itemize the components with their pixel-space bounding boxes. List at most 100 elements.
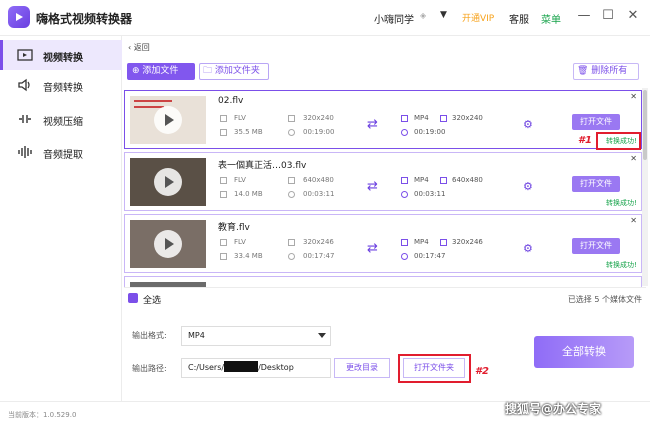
output-resolution: 320x246 (452, 238, 483, 246)
convert-arrow-icon: ⇄ (367, 117, 378, 132)
add-file-button[interactable]: ⊕ 添加文件 (127, 63, 195, 80)
play-icon[interactable] (154, 230, 182, 258)
sidebar-item-video-convert[interactable]: 视频转换 (0, 40, 122, 70)
size-icon (220, 191, 227, 198)
file-card[interactable]: 表一個真正活…03.flv FLV 640x480 14.0 MB 00:03:… (124, 152, 642, 211)
delete-all-button[interactable]: 🗑 删除所有 (573, 63, 639, 80)
audio-icon (18, 78, 30, 92)
maximize-icon[interactable]: ☐ (599, 7, 617, 25)
sidebar-item-audio-extract[interactable]: 音频提取 (0, 137, 122, 167)
output-format-select[interactable]: MP4 (181, 326, 331, 346)
input-duration: 00:19:00 (303, 128, 335, 136)
convert-arrow-icon: ⇄ (367, 241, 378, 256)
remove-file-icon[interactable]: ✕ (630, 216, 637, 225)
change-directory-button[interactable]: 更改目录 (334, 358, 390, 378)
output-format: MP4 (414, 238, 429, 246)
extract-icon (18, 146, 32, 158)
input-size: 35.5 MB (234, 128, 263, 136)
output-resolution: 320x240 (452, 114, 483, 122)
input-size: 14.0 MB (234, 190, 263, 198)
settings-gear-icon[interactable]: ⚙ (523, 118, 533, 131)
resolution-icon (288, 115, 295, 122)
select-all-checkbox[interactable] (128, 293, 138, 303)
resolution-icon (288, 239, 295, 246)
highlight-box (398, 354, 471, 383)
sidebar-item-audio-convert[interactable]: 音频转换 (0, 70, 122, 100)
file-list: 02.flv FLV 320x240 35.5 MB 00:19:00 ⇄ MP… (124, 87, 648, 287)
status-success: 转换成功! (606, 261, 637, 269)
file-card[interactable] (124, 276, 642, 287)
sidebar-item-video-compress[interactable]: 视频压缩 (0, 104, 122, 134)
sidebar-item-label: 视频转换 (43, 53, 83, 64)
select-all-row: 全选 已选择 5 个媒体文件 (124, 287, 646, 309)
file-card[interactable]: 教育.flv FLV 320x246 33.4 MB 00:17:47 ⇄ MP… (124, 214, 642, 273)
sidebar-item-label: 视频压缩 (43, 117, 83, 128)
annotation-label: #1 (578, 135, 592, 146)
output-format-icon (401, 177, 408, 184)
status-success: 转换成功! (606, 199, 637, 207)
back-button[interactable]: ‹ 返回 (128, 42, 150, 53)
output-clock-icon (401, 253, 408, 260)
output-resolution-icon (440, 177, 447, 184)
video-thumbnail (130, 158, 206, 206)
input-duration: 00:03:11 (303, 190, 335, 198)
redaction (224, 361, 259, 372)
clock-icon (288, 129, 295, 136)
user-name[interactable]: 小嗨同学 (374, 11, 414, 26)
convert-all-button[interactable]: 全部转换 (534, 336, 634, 368)
sidebar: 视频转换 音频转换 视频压缩 音频提取 (0, 36, 122, 401)
play-icon[interactable] (154, 168, 182, 196)
path-suffix: /Desktop (258, 363, 294, 372)
input-resolution: 320x240 (303, 114, 334, 122)
output-resolution-icon (440, 115, 447, 122)
app-logo (8, 6, 30, 28)
watermark: 搜狐号@办公专家 (505, 402, 602, 416)
sidebar-item-label: 音频转换 (43, 83, 83, 94)
minimize-icon[interactable]: — (575, 7, 593, 25)
compress-icon (19, 115, 31, 123)
remove-file-icon[interactable]: ✕ (630, 92, 637, 101)
input-duration: 00:17:47 (303, 252, 335, 260)
open-file-button[interactable]: 打开文件 (572, 176, 620, 192)
format-icon (220, 239, 227, 246)
annotation-label: #2 (475, 366, 489, 377)
close-icon[interactable]: ✕ (624, 7, 642, 25)
output-path-input[interactable]: C:/Users/ /Desktop (181, 358, 331, 378)
open-file-button[interactable]: 打开文件 (572, 114, 620, 130)
settings-gear-icon[interactable]: ⚙ (523, 180, 533, 193)
scrollbar-thumb[interactable] (643, 90, 647, 160)
output-duration: 00:19:00 (414, 128, 446, 136)
clock-icon (288, 191, 295, 198)
vip-link[interactable]: 开通VIP (462, 11, 494, 24)
user-dropdown-icon[interactable]: ▼ (440, 10, 447, 20)
video-convert-icon (17, 49, 33, 61)
output-resolution-icon (440, 239, 447, 246)
path-prefix: C:/Users/ (188, 363, 225, 372)
input-format: FLV (234, 238, 246, 246)
output-format-icon (401, 239, 408, 246)
file-name: 02.flv (218, 96, 244, 106)
input-format: FLV (234, 114, 246, 122)
add-folder-button[interactable]: 🗀 添加文件夹 (199, 63, 269, 80)
remove-file-icon[interactable]: ✕ (630, 154, 637, 163)
open-file-button[interactable]: 打开文件 (572, 238, 620, 254)
file-card[interactable]: 02.flv FLV 320x240 35.5 MB 00:19:00 ⇄ MP… (124, 90, 642, 149)
input-resolution: 640x480 (303, 176, 334, 184)
back-label: 返回 (133, 43, 150, 52)
output-duration: 00:17:47 (414, 252, 446, 260)
app-title: 嗨格式视频转换器 (36, 12, 133, 26)
input-size: 33.4 MB (234, 252, 263, 260)
service-link[interactable]: 客服 (509, 11, 529, 26)
sidebar-item-label: 音频提取 (43, 150, 83, 161)
highlight-box (596, 132, 641, 150)
selected-count: 已选择 5 个媒体文件 (567, 295, 642, 304)
menu-link[interactable]: 菜单 (541, 11, 561, 26)
settings-gear-icon[interactable]: ⚙ (523, 242, 533, 255)
add-file-label: 添加文件 (142, 66, 179, 76)
format-icon (220, 177, 227, 184)
select-all-label[interactable]: 全选 (143, 293, 161, 306)
output-clock-icon (401, 129, 408, 136)
chevron-down-icon[interactable] (318, 333, 326, 338)
file-name: 表一個真正活…03.flv (218, 161, 307, 171)
play-icon[interactable] (154, 106, 182, 134)
